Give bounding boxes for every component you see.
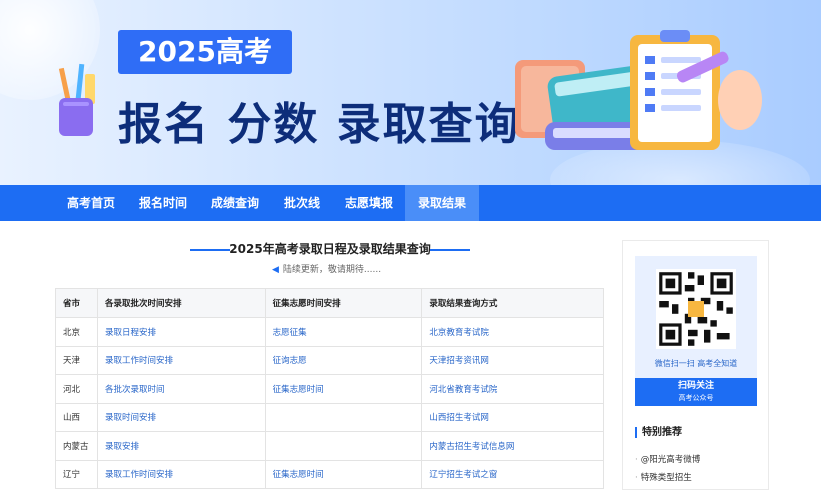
solicitation-link — [264, 431, 423, 461]
qr-caption: 微信扫一扫 高考全知道 — [654, 359, 738, 368]
main-nav: 高考首页 报名时间 成绩查询 批次线 志愿填报 录取结果 — [0, 185, 821, 221]
schedule-link[interactable]: 录取工作时间安排 — [96, 459, 266, 489]
follow-account-button[interactable]: 扫码关注 高考公众号 — [635, 378, 757, 406]
pencil-cup-icon — [58, 63, 95, 136]
nav-item-scores[interactable]: 成绩查询 — [199, 185, 271, 221]
column-header: 录取结果查询方式 — [421, 288, 604, 318]
nav-item-volunteer[interactable]: 志愿填报 — [333, 185, 405, 221]
sidebar: 微信扫一扫 高考全知道 扫码关注 高考公众号 特别推荐 @阳光高考微博 特殊类型… — [622, 240, 769, 490]
table-row: 辽宁 录取工作时间安排 征集志愿时间 辽宁招生考试之窗 — [55, 459, 604, 489]
province-cell: 北京 — [55, 317, 98, 347]
column-header: 省市 — [55, 288, 98, 318]
hero-banner: 2025高考 报名 分数 录取查询 — [0, 0, 821, 185]
province-cell: 辽宁 — [55, 459, 98, 489]
table-row: 河北 各批次录取时间 征集志愿时间 河北省教育考试院 — [55, 374, 604, 404]
notice-text: 陆续更新，敬请期待...... — [282, 265, 382, 275]
solicitation-link[interactable]: 征询志愿 — [264, 345, 423, 375]
recommendation-link[interactable]: 特殊类型招生 — [635, 471, 692, 483]
solicitation-link[interactable]: 志愿征集 — [264, 317, 423, 347]
result-query-link[interactable]: 天津招考资讯网 — [421, 345, 604, 375]
result-query-link[interactable]: 辽宁招生考试之窗 — [421, 459, 604, 489]
result-query-link[interactable]: 山西招生考试网 — [421, 402, 604, 432]
recommendation-link[interactable]: @阳光高考微博 — [635, 453, 701, 465]
section-title: 特别推荐 — [635, 427, 682, 438]
result-query-link[interactable]: 河北省教育考试院 — [421, 374, 604, 404]
year-tag: 2025高考 — [118, 30, 292, 74]
table-row: 天津 录取工作时间安排 征询志愿 天津招考资讯网 — [55, 345, 604, 375]
province-cell: 天津 — [55, 345, 98, 375]
table-row: 山西 录取时间安排 山西招生考试网 — [55, 402, 604, 432]
result-query-link[interactable]: 北京教育考试院 — [421, 317, 604, 347]
update-notice: ◀ 陆续更新，敬请期待...... — [272, 264, 381, 276]
schedule-link[interactable]: 录取时间安排 — [96, 402, 266, 432]
nav-item-cutoff[interactable]: 批次线 — [271, 185, 333, 221]
nav-item-admission[interactable]: 录取结果 — [405, 185, 479, 221]
schedule-link[interactable]: 录取日程安排 — [96, 317, 266, 347]
solicitation-link[interactable]: 征集志愿时间 — [264, 459, 423, 489]
admission-schedule-table: 省市 各录取批次时间安排 征集志愿时间安排 录取结果查询方式 北京 录取日程安排… — [55, 288, 604, 489]
books-clipboard-icon — [515, 30, 762, 150]
province-cell: 河北 — [55, 374, 98, 404]
nav-item-registration[interactable]: 报名时间 — [127, 185, 199, 221]
qr-card: 微信扫一扫 高考全知道 扫码关注 高考公众号 — [635, 256, 757, 406]
province-cell: 内蒙古 — [55, 431, 98, 461]
table-row: 北京 录取日程安排 志愿征集 北京教育考试院 — [55, 317, 604, 347]
column-header: 征集志愿时间安排 — [264, 288, 423, 318]
solicitation-link — [264, 402, 423, 432]
page-title: 2025年高考录取日程及录取结果查询 — [229, 242, 431, 256]
column-header: 各录取批次时间安排 — [96, 288, 266, 318]
speaker-icon: ◀ — [272, 265, 279, 275]
follow-sublabel: 高考公众号 — [678, 394, 714, 402]
table-row: 内蒙古 录取安排 内蒙古招生考试信息网 — [55, 431, 604, 461]
result-query-link[interactable]: 内蒙古招生考试信息网 — [421, 431, 604, 461]
schedule-link[interactable]: 录取安排 — [96, 431, 266, 461]
follow-label: 扫码关注 — [677, 381, 714, 391]
solicitation-link[interactable]: 征集志愿时间 — [264, 374, 423, 404]
nav-item-home[interactable]: 高考首页 — [55, 185, 127, 221]
table-header-row: 省市 各录取批次时间安排 征集志愿时间安排 录取结果查询方式 — [55, 288, 604, 318]
title-divider — [430, 249, 470, 251]
schedule-link[interactable]: 录取工作时间安排 — [96, 345, 266, 375]
province-cell: 山西 — [55, 402, 98, 432]
banner-headline: 报名 分数 录取查询 — [118, 99, 521, 150]
schedule-link[interactable]: 各批次录取时间 — [96, 374, 266, 404]
qr-code-icon[interactable] — [656, 269, 736, 349]
